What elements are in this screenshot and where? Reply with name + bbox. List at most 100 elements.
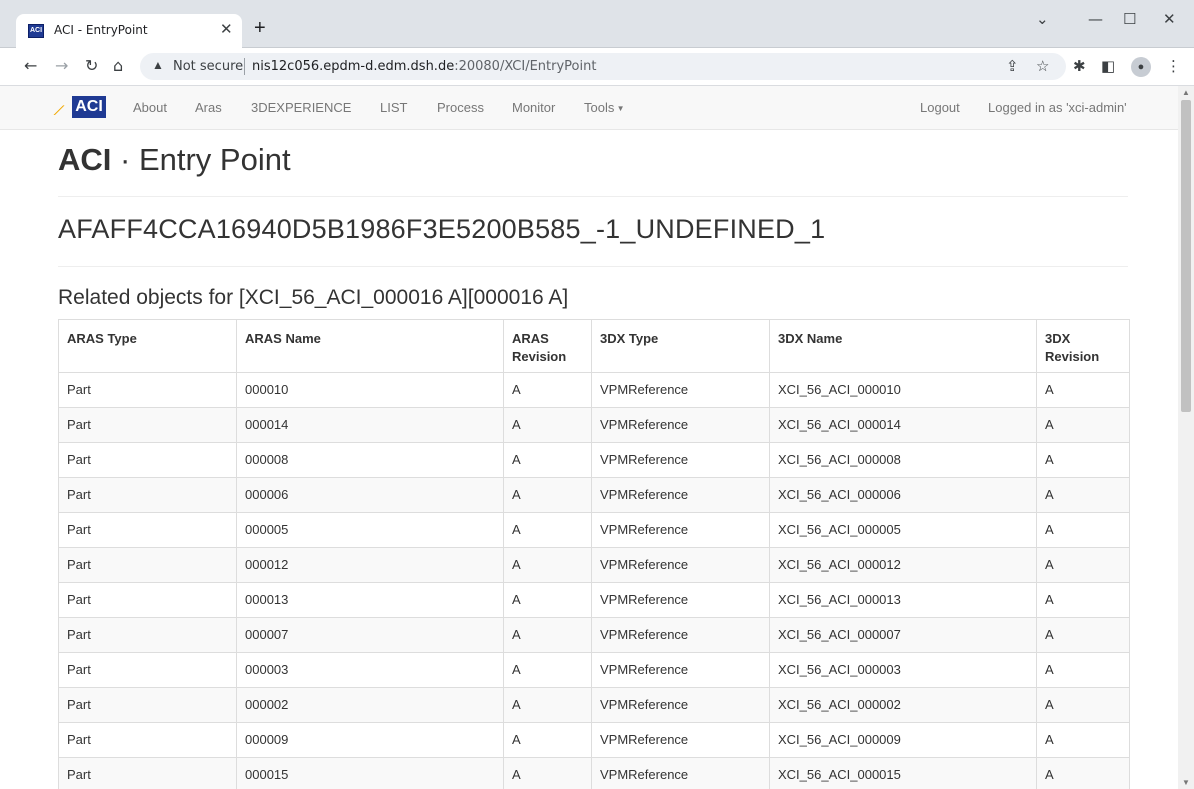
extensions-icon[interactable]: ✱ — [1073, 57, 1086, 75]
side-panel-icon[interactable]: ◧ — [1101, 57, 1115, 75]
column-header[interactable]: ARAS Revision — [503, 319, 592, 373]
table-cell: 000008 — [236, 442, 504, 478]
table-cell: Part — [58, 477, 237, 513]
table-cell: 000009 — [236, 722, 504, 758]
table-cell: A — [503, 757, 592, 789]
not-secure-label[interactable]: Not secure — [173, 59, 243, 74]
table-cell: Part — [58, 512, 237, 548]
table-cell: 000005 — [236, 512, 504, 548]
table-cell: A — [503, 407, 592, 443]
table-cell: VPMReference — [591, 477, 770, 513]
maximize-icon[interactable]: ☐ — [1123, 10, 1136, 28]
column-header[interactable]: ARAS Type — [58, 319, 237, 373]
home-icon[interactable]: ⌂ — [113, 56, 123, 75]
logo-swoosh-icon: ⁄ — [55, 102, 64, 118]
nav-process[interactable]: Process — [437, 100, 484, 115]
browser-tab[interactable]: ACI ACI - EntryPoint ✕ — [16, 14, 242, 48]
nav-3dexperience[interactable]: 3DEXPERIENCE — [251, 100, 351, 115]
logout-link[interactable]: Logout — [920, 100, 960, 115]
table-cell: A — [1036, 582, 1130, 618]
table-cell: A — [1036, 687, 1130, 723]
table-cell: A — [503, 442, 592, 478]
scroll-up-arrow-icon[interactable]: ▲ — [1182, 88, 1190, 97]
nav-monitor[interactable]: Monitor — [512, 100, 555, 115]
table-cell: Part — [58, 617, 237, 653]
table-cell: Part — [58, 442, 237, 478]
back-arrow-icon[interactable]: ← — [24, 56, 37, 75]
table-cell: A — [503, 372, 592, 408]
minimize-icon[interactable]: — — [1088, 10, 1103, 28]
table-cell: 000015 — [236, 757, 504, 789]
page-title-brand: ACI — [58, 142, 112, 177]
table-cell: Part — [58, 582, 237, 618]
scrollbar-thumb[interactable] — [1181, 100, 1191, 412]
aci-logo[interactable]: ⁄ ACI — [55, 96, 106, 118]
browser-tab-strip: ACI ACI - EntryPoint ✕ + ⌄ — ☐ ✕ — [0, 0, 1194, 48]
close-tab-icon[interactable]: ✕ — [220, 20, 233, 38]
caret-down-icon: ▼ — [614, 104, 625, 114]
table-cell: 000007 — [236, 617, 504, 653]
scroll-down-arrow-icon[interactable]: ▼ — [1182, 778, 1190, 787]
logo-text: ACI — [72, 96, 106, 118]
warning-icon[interactable]: ▲ — [152, 58, 164, 72]
table-cell: A — [1036, 512, 1130, 548]
reload-icon[interactable]: ↻ — [85, 56, 98, 75]
profile-icon[interactable]: ● — [1131, 57, 1151, 77]
table-row: Part 000003 A VPMReference XCI_56_ACI_000003… — [58, 652, 1130, 688]
table-row: Part 000002 A VPMReference XCI_56_ACI_000002… — [58, 687, 1130, 723]
table-cell: Part — [58, 722, 237, 758]
share-icon[interactable]: ⇪ — [1006, 57, 1019, 75]
table-header-row: ARAS Type ARAS Name ARAS Revision 3DX Ty… — [58, 319, 1130, 373]
table-cell: Part — [58, 407, 237, 443]
table-cell: A — [1036, 547, 1130, 583]
table-cell: A — [1036, 722, 1130, 758]
table-cell: XCI_56_ACI_000005 — [769, 512, 1037, 548]
entry-id-heading: AFAFF4CCA16940D5B1986F3E5200B585_-1_UNDE… — [58, 214, 826, 244]
tab-search-chevron-icon[interactable]: ⌄ — [1036, 10, 1049, 28]
table-cell: A — [1036, 757, 1130, 789]
new-tab-icon[interactable]: + — [254, 18, 266, 38]
table-cell: A — [503, 547, 592, 583]
page-viewport: ⁄ ACI About Aras 3DEXPERIENCE LIST Proce… — [0, 86, 1178, 789]
address-bar[interactable]: ▲ Not secure nis12c056.epdm-d.edm.dsh.de… — [140, 53, 1066, 80]
address-separator — [244, 58, 245, 75]
url-text[interactable]: nis12c056.epdm-d.edm.dsh.de:20080/XCI/En… — [252, 59, 596, 74]
table-row: Part 000012 A VPMReference XCI_56_ACI_000012… — [58, 547, 1130, 583]
column-header[interactable]: 3DX Type — [591, 319, 770, 373]
table-cell: VPMReference — [591, 547, 770, 583]
vertical-scrollbar[interactable]: ▲ ▼ — [1178, 86, 1194, 789]
table-cell: XCI_56_ACI_000009 — [769, 722, 1037, 758]
nav-tools-label: Tools — [584, 100, 615, 115]
forward-arrow-icon[interactable]: → — [55, 56, 68, 75]
url-path: :20080/XCI/EntryPoint — [454, 59, 597, 74]
table-cell: A — [503, 582, 592, 618]
table-cell: 000012 — [236, 547, 504, 583]
star-icon[interactable]: ☆ — [1036, 57, 1049, 75]
table-cell: A — [1036, 617, 1130, 653]
close-window-icon[interactable]: ✕ — [1163, 10, 1176, 28]
table-row: Part 000013 A VPMReference XCI_56_ACI_000013… — [58, 582, 1130, 618]
table-cell: A — [1036, 442, 1130, 478]
table-cell: VPMReference — [591, 757, 770, 789]
table-cell: VPMReference — [591, 512, 770, 548]
table-cell: Part — [58, 652, 237, 688]
table-cell: VPMReference — [591, 442, 770, 478]
nav-aras[interactable]: Aras — [195, 100, 222, 115]
table-cell: A — [503, 687, 592, 723]
nav-tools-dropdown[interactable]: Tools ▼ — [584, 100, 625, 115]
table-row: Part 000010 A VPMReference XCI_56_ACI_000010… — [58, 372, 1130, 408]
column-header[interactable]: ARAS Name — [236, 319, 504, 373]
table-cell: 000003 — [236, 652, 504, 688]
nav-list[interactable]: LIST — [380, 100, 407, 115]
column-header[interactable]: 3DX Revision — [1036, 319, 1130, 373]
table-cell: A — [1036, 652, 1130, 688]
nav-about[interactable]: About — [133, 100, 167, 115]
table-row: Part 000005 A VPMReference XCI_56_ACI_000005… — [58, 512, 1130, 548]
table-row: Part 000015 A VPMReference XCI_56_ACI_000015… — [58, 757, 1130, 789]
logged-in-user: Logged in as 'xci-admin' — [988, 100, 1127, 115]
related-objects-heading: Related objects for [XCI_56_ACI_000016 A… — [58, 286, 569, 309]
table-row: Part 000007 A VPMReference XCI_56_ACI_000007… — [58, 617, 1130, 653]
table-cell: A — [1036, 477, 1130, 513]
menu-icon[interactable]: ⋮ — [1166, 57, 1181, 75]
column-header[interactable]: 3DX Name — [769, 319, 1037, 373]
